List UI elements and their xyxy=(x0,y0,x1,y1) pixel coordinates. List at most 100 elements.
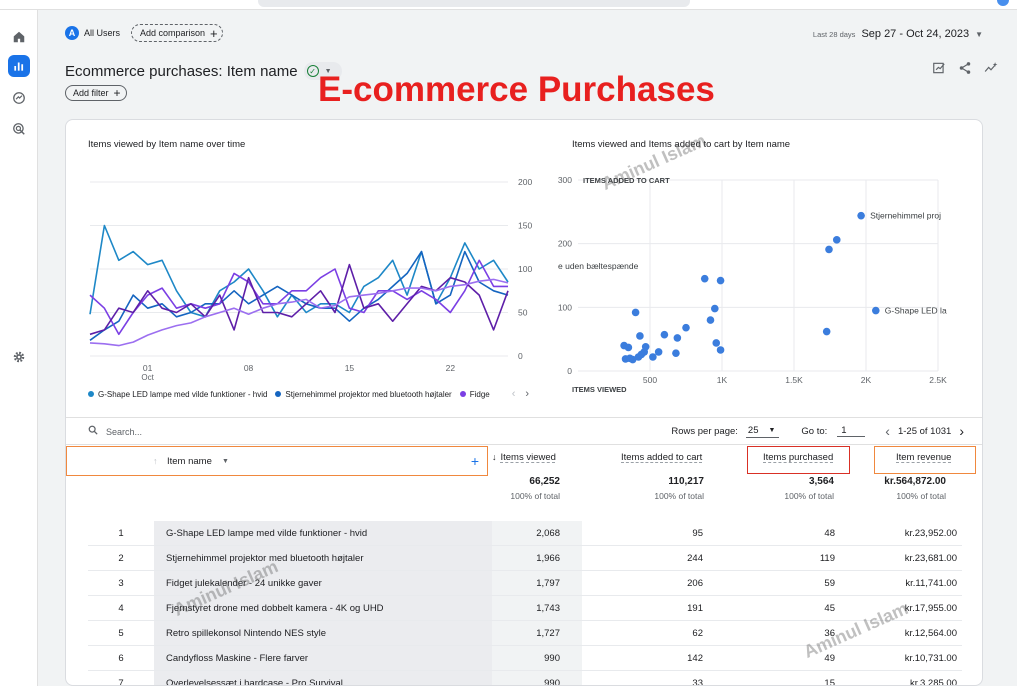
scatter-point xyxy=(700,274,709,283)
sort-down-icon: ↓ xyxy=(492,452,497,462)
row-cart: 62 xyxy=(692,627,703,639)
search-placeholder: Search... xyxy=(106,426,143,437)
add-dimension-icon[interactable]: + xyxy=(471,453,479,469)
items-viewed-header-label: Items viewed xyxy=(500,452,556,463)
row-viewed: 1,743 xyxy=(492,596,582,620)
left-nav xyxy=(0,10,38,686)
line-chart[interactable]: 200 150 100 50 0 01 08 15 22 Oct xyxy=(66,160,546,385)
row-purchased: 45 xyxy=(824,602,835,614)
highlight-box-purchased xyxy=(747,446,850,474)
table-body: 1 G-Shape LED lampe med vilde funktioner … xyxy=(88,521,962,686)
customize-report-icon[interactable] xyxy=(931,60,947,76)
scatter-chart[interactable]: 3002001000500 1K 1.5K 2K 2.5KITEMS ADDED TO … xyxy=(546,160,983,400)
x-tick-label: 2.5K xyxy=(929,375,947,385)
date-range-value: Sep 27 - Oct 24, 2023 xyxy=(861,28,970,40)
row-index: 5 xyxy=(118,627,124,639)
advertising-icon[interactable] xyxy=(8,118,30,140)
row-item-name[interactable]: Overlevelsessæt i hardcase - Pro Surviva… xyxy=(154,671,492,685)
row-item-name[interactable]: Retro spillekonsol Nintendo NES style xyxy=(154,621,492,645)
items-viewed-header[interactable]: ↓ Items viewed xyxy=(492,452,556,463)
page-range: 1-25 of 1031 xyxy=(897,425,952,437)
row-item-name[interactable]: Candyfloss Maskine - Flere farver xyxy=(154,646,492,670)
scatter-point xyxy=(832,236,841,244)
scatter-point xyxy=(649,353,657,361)
add-comparison-button[interactable]: Add comparison + xyxy=(131,24,223,42)
legend-dot xyxy=(275,391,282,397)
row-item-name[interactable]: Stjernehimmel projektor med bluetooth hø… xyxy=(154,546,492,570)
point-annotation: e uden bæltespænde xyxy=(558,261,639,271)
table-pagination: Rows per page: 25 ▼ Go to: 1 ‹ 1-25 of 10… xyxy=(671,423,964,439)
browser-topstrip xyxy=(0,0,1017,10)
add-filter-label: Add filter xyxy=(73,88,109,98)
table-row[interactable]: 7 Overlevelsessæt i hardcase - Pro Surviv… xyxy=(88,671,962,686)
total-viewed: 66,252 100% of total xyxy=(488,476,560,501)
row-viewed: 990 xyxy=(492,671,582,685)
address-bar[interactable] xyxy=(258,0,690,7)
insights-icon[interactable] xyxy=(983,60,999,76)
share-icon[interactable] xyxy=(957,60,973,76)
scatter-point xyxy=(716,346,725,354)
table-search-input[interactable]: Search... xyxy=(88,425,142,438)
highlight-box-revenue xyxy=(874,446,976,474)
y-tick-label: 100 xyxy=(518,264,532,274)
segment-bar: A All Users Add comparison + Last 28 day… xyxy=(38,10,1017,52)
scatter-point xyxy=(654,348,663,356)
rows-per-page-value: 25 xyxy=(747,424,759,436)
row-purchased: 15 xyxy=(824,677,835,686)
row-purchased: 48 xyxy=(824,527,835,539)
items-added-to-cart-header[interactable]: Items added to cart xyxy=(621,452,702,463)
row-index: 7 xyxy=(118,677,124,686)
scatter-point xyxy=(660,330,669,339)
legend-dot xyxy=(459,391,466,397)
add-filter-button[interactable]: Add filter + xyxy=(65,85,127,101)
rows-per-page-select[interactable]: 25 ▼ xyxy=(745,424,780,438)
x-tick-label: 22 xyxy=(446,363,456,373)
main-content: A All Users Add comparison + Last 28 day… xyxy=(38,10,1017,686)
row-item-name[interactable]: G-Shape LED lampe med vilde funktioner -… xyxy=(154,521,492,545)
legend-item[interactable]: Stjernehimmel projektor med bluetooth hø… xyxy=(275,390,452,399)
reports-icon[interactable] xyxy=(8,55,30,77)
legend-item[interactable]: G-Shape LED lampe med vilde funktioner -… xyxy=(88,390,267,399)
item-name-column-header[interactable]: ↑ Item name ▼ + xyxy=(66,446,488,476)
segment-all-users[interactable]: A All Users xyxy=(64,24,126,42)
explore-icon[interactable] xyxy=(8,87,30,109)
total-value: kr.564,872.00 xyxy=(884,476,946,487)
row-cart: 244 xyxy=(687,552,703,564)
x-tick-label: 2K xyxy=(861,375,872,385)
total-pct: 100% of total xyxy=(896,491,946,501)
legend-prev-icon[interactable]: ‹ xyxy=(512,388,516,400)
table-row[interactable]: 2 Stjernehimmel projektor med bluetooth h… xyxy=(88,546,962,571)
scatter-point xyxy=(626,354,634,363)
chevron-down-icon[interactable]: ▼ xyxy=(222,458,229,465)
x-tick-label: 1K xyxy=(717,375,728,385)
plus-icon: + xyxy=(210,25,218,41)
scatter-point xyxy=(871,306,880,315)
total-purchased: 3,564 100% of total xyxy=(756,476,834,501)
table-row[interactable]: 1 G-Shape LED lampe med vilde funktioner … xyxy=(88,521,962,546)
report-title-row: Ecommerce purchases: Item name ✓ ▼ xyxy=(65,62,342,80)
scatter-point xyxy=(706,316,715,324)
total-pct: 100% of total xyxy=(784,491,834,501)
row-cart: 95 xyxy=(692,527,703,539)
goto-input[interactable]: 1 xyxy=(837,425,866,437)
line-chart-legend: G-Shape LED lampe med vilde funktioner -… xyxy=(88,388,529,400)
row-index: 2 xyxy=(118,552,124,564)
home-icon[interactable] xyxy=(8,26,30,48)
legend-next-icon[interactable]: › xyxy=(525,388,529,400)
profile-avatar[interactable] xyxy=(997,0,1009,6)
legend-item[interactable]: Fidge xyxy=(459,390,490,399)
x-tick-label: 1.5K xyxy=(785,375,803,385)
row-cart: 142 xyxy=(687,652,703,664)
x-tick-label: 08 xyxy=(244,363,254,373)
plus-icon: + xyxy=(113,86,121,100)
next-page-icon[interactable]: › xyxy=(959,423,964,439)
scatter-point xyxy=(716,276,725,285)
scatter-point xyxy=(857,211,865,220)
date-range-picker[interactable]: Last 28 days Sep 27 - Oct 24, 2023 ▼ xyxy=(813,28,983,40)
chevron-down-icon: ▼ xyxy=(768,426,776,434)
prev-page-icon[interactable]: ‹ xyxy=(885,423,890,439)
total-pct: 100% of total xyxy=(654,491,704,501)
page-title: Ecommerce purchases: Item name xyxy=(65,62,298,80)
row-purchased: 119 xyxy=(819,552,835,564)
settings-gear-icon[interactable] xyxy=(8,346,30,368)
